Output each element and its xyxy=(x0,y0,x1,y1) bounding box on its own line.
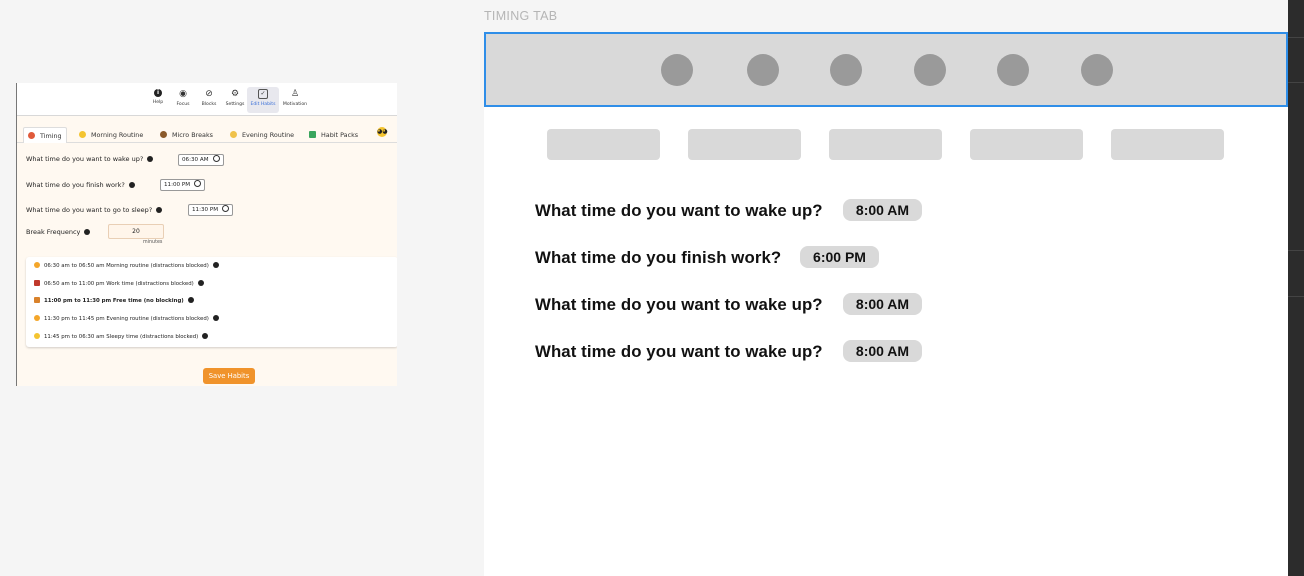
side-panel-edge xyxy=(1288,0,1304,576)
schedule-row: 11:30 pm to 11:45 pm Evening routine (di… xyxy=(34,315,219,323)
sleep-question: What time do you want to go to sleep? xyxy=(26,206,163,215)
wake-question: What time do you want to wake up? xyxy=(535,342,823,361)
tab-evening-routine[interactable]: Evening Routine xyxy=(226,127,298,143)
checkbox-icon: ✓ xyxy=(258,89,268,99)
gear-icon: ⚙ xyxy=(230,89,240,99)
tab-placeholder[interactable] xyxy=(547,129,660,160)
wake-time-pill[interactable]: 8:00 AM xyxy=(843,340,922,362)
work-question: What time do you finish work? xyxy=(26,181,135,190)
info-icon xyxy=(187,297,194,303)
moon-icon xyxy=(230,131,237,138)
tab-placeholder[interactable] xyxy=(1111,129,1224,160)
top-nav: i Help ◉ Focus ⊘ Blocks ⚙ Settings ✓ Edi… xyxy=(17,83,397,116)
nav-icon-placeholder[interactable] xyxy=(661,54,693,86)
clock-icon xyxy=(212,155,220,162)
books-icon xyxy=(309,131,316,138)
sleepy-face-icon xyxy=(34,333,40,339)
info-icon xyxy=(128,182,135,188)
schedule-row: 11:00 pm to 11:30 pm Free time (no block… xyxy=(34,297,194,305)
break-frequency-label: Break Frequency xyxy=(26,228,91,237)
nav-icon-placeholder[interactable] xyxy=(997,54,1029,86)
wake-time-pill[interactable]: 8:00 AM xyxy=(843,199,922,221)
sleep-time-input[interactable]: 11:30 PM xyxy=(188,204,234,216)
tab-placeholder[interactable] xyxy=(688,129,801,160)
nav-icon-placeholder[interactable] xyxy=(914,54,946,86)
wake-question: What time do you want to wake up? xyxy=(535,295,823,314)
clock-icon xyxy=(222,205,230,212)
info-icon xyxy=(147,156,154,162)
schedule-row: 11:45 pm to 06:30 am Sleepy time (distra… xyxy=(34,333,209,341)
info-icon xyxy=(202,333,209,339)
nav-settings[interactable]: ⚙ Settings xyxy=(220,89,250,108)
nav-icon-placeholder[interactable] xyxy=(830,54,862,86)
alarm-icon xyxy=(28,132,35,139)
tab-placeholder[interactable] xyxy=(829,129,942,160)
schedule-row: 06:50 am to 11:00 pm Work time (distract… xyxy=(34,280,204,288)
eye-icon: ◉ xyxy=(179,89,187,99)
schedule-summary: 06:30 am to 06:50 am Morning routine (di… xyxy=(26,257,397,347)
sun-icon xyxy=(34,315,40,321)
person-icon: ♙ xyxy=(290,89,300,99)
block-icon: ⊘ xyxy=(205,89,213,99)
sun-icon xyxy=(79,131,86,138)
info-icon: i xyxy=(154,89,162,97)
tab-micro-breaks[interactable]: Micro Breaks xyxy=(156,127,217,143)
info-icon xyxy=(84,229,91,235)
save-habits-button[interactable]: Save Habits xyxy=(203,368,255,384)
wake-question: What time do you want to wake up? xyxy=(26,155,154,164)
work-time-input[interactable]: 11:00 PM xyxy=(160,179,206,191)
sun-icon xyxy=(34,262,40,268)
nerd-face-icon: ◕◕ xyxy=(377,127,388,137)
tools-icon xyxy=(34,280,40,286)
gift-icon xyxy=(34,297,40,303)
habit-tabs: Timing Morning Routine Micro Breaks Even… xyxy=(17,125,397,143)
nav-icon-placeholder[interactable] xyxy=(747,54,779,86)
tab-timing[interactable]: Timing xyxy=(23,127,67,143)
work-question: What time do you finish work? xyxy=(535,248,782,267)
frame-title: TIMING TAB xyxy=(484,9,558,23)
clock-icon xyxy=(194,180,202,187)
wake-time-input[interactable]: 06:30 AM xyxy=(178,154,224,166)
info-icon xyxy=(156,207,163,213)
wake-time-pill[interactable]: 8:00 AM xyxy=(843,293,922,315)
nav-edit-habits[interactable]: ✓ Edit Habits xyxy=(247,87,279,113)
info-icon xyxy=(212,315,219,321)
coffee-icon xyxy=(160,131,167,138)
timing-tab-wireframe: What time do you want to wake up? 8:00 A… xyxy=(484,32,1288,576)
work-time-pill[interactable]: 6:00 PM xyxy=(800,246,879,268)
schedule-row: 06:30 am to 06:50 am Morning routine (di… xyxy=(34,262,219,270)
wake-question: What time do you want to wake up? xyxy=(535,201,823,220)
info-icon xyxy=(212,262,219,268)
app-preview: i Help ◉ Focus ⊘ Blocks ⚙ Settings ✓ Edi… xyxy=(16,83,397,386)
tab-morning-routine[interactable]: Morning Routine xyxy=(75,127,147,143)
break-frequency-input[interactable]: 20 xyxy=(108,224,164,239)
tab-placeholder[interactable] xyxy=(970,129,1083,160)
nav-icon-placeholder[interactable] xyxy=(1081,54,1113,86)
tab-habit-packs[interactable]: Habit Packs xyxy=(305,127,362,143)
nav-placeholder[interactable] xyxy=(484,32,1288,107)
nav-motivation[interactable]: ♙ Motivation xyxy=(280,89,310,108)
minutes-unit: minutes xyxy=(143,240,163,245)
info-icon xyxy=(197,280,204,286)
